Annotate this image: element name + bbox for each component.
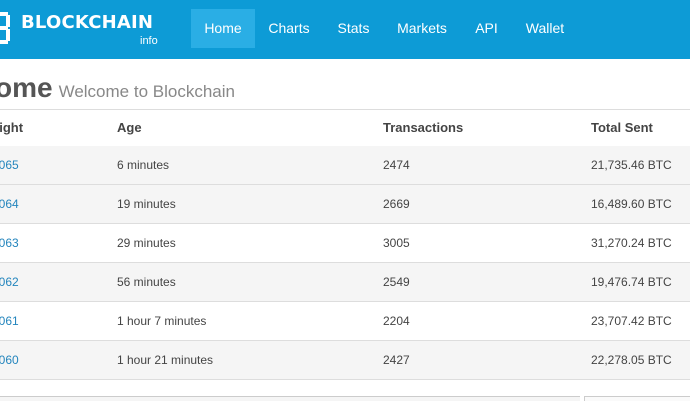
page-title: ome (0, 72, 53, 103)
table-row: 4065 6 minutes 2474 21,735.46 BTC (0, 146, 690, 185)
header-age[interactable]: Age (117, 110, 142, 146)
blockchain-b-logo-icon (0, 12, 10, 44)
block-height-link[interactable]: 4064 (0, 185, 19, 223)
nav-api[interactable]: API (465, 9, 508, 48)
nav-stats[interactable]: Stats (327, 9, 380, 48)
table-row: 4062 56 minutes 2549 19,476.74 BTC (0, 263, 690, 302)
block-height-link[interactable]: 4061 (0, 302, 19, 340)
block-transactions: 2204 (383, 314, 410, 328)
table-row: 4060 1 hour 21 minutes 2427 22,278.05 BT… (0, 341, 690, 380)
header-total-sent[interactable]: Total Sent (591, 110, 653, 146)
block-transactions: 2669 (383, 197, 410, 211)
block-transactions: 2549 (383, 275, 410, 289)
page-heading: ome Welcome to Blockchain (0, 72, 235, 104)
block-height-link[interactable]: 4065 (0, 146, 19, 184)
block-age: 6 minutes (117, 158, 170, 172)
block-age: 19 minutes (117, 197, 176, 211)
block-height-link[interactable]: 4060 (0, 341, 19, 379)
block-age: 1 hour 21 minutes (117, 353, 214, 367)
header-transactions[interactable]: Transactions (383, 110, 463, 146)
brand-logo-link[interactable]: BLOCKCHAIN info (0, 6, 174, 50)
table-row: 4061 1 hour 7 minutes 2204 23,707.42 BTC (0, 302, 690, 341)
block-total-sent: 23,707.42 BTC (591, 314, 672, 328)
block-total-sent: 19,476.74 BTC (591, 275, 672, 289)
block-transactions: 2427 (383, 353, 410, 367)
block-transactions: 2474 (383, 158, 410, 172)
bottom-side-panel-edge (584, 396, 690, 401)
nav-wallet[interactable]: Wallet (515, 9, 575, 48)
page-subtitle: Welcome to Blockchain (58, 82, 235, 101)
block-height-link[interactable]: 4062 (0, 263, 19, 301)
top-navbar: BLOCKCHAIN info Home Charts Stats Market… (0, 0, 690, 59)
block-total-sent: 22,278.05 BTC (591, 353, 672, 367)
block-age: 29 minutes (117, 236, 176, 250)
block-age: 1 hour 7 minutes (117, 314, 207, 328)
nav-charts[interactable]: Charts (258, 9, 320, 48)
block-height-link[interactable]: 4063 (0, 224, 19, 262)
bottom-panel-edge (0, 396, 580, 401)
brand-name: BLOCKCHAIN (21, 12, 154, 33)
block-age: 56 minutes (117, 275, 176, 289)
table-row: 4063 29 minutes 3005 31,270.24 BTC (0, 224, 690, 263)
brand-subtitle: info (140, 35, 158, 47)
block-total-sent: 21,735.46 BTC (591, 158, 672, 172)
nav-home[interactable]: Home (191, 9, 255, 48)
nav-markets[interactable]: Markets (387, 9, 457, 48)
block-total-sent: 31,270.24 BTC (591, 236, 672, 250)
block-total-sent: 16,489.60 BTC (591, 197, 672, 211)
table-row: 4064 19 minutes 2669 16,489.60 BTC (0, 185, 690, 224)
table-header-row: eight Age Transactions Total Sent (0, 109, 690, 147)
block-transactions: 3005 (383, 236, 410, 250)
header-height[interactable]: eight (0, 110, 23, 146)
